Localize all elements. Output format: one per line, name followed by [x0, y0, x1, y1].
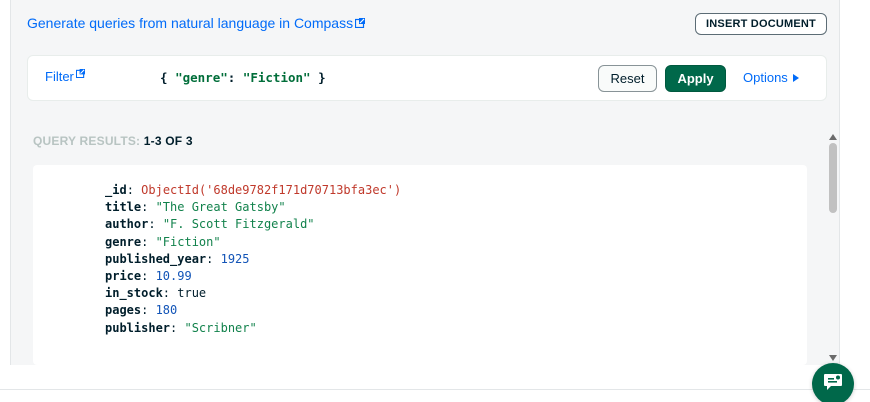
- query-key: "genre": [175, 70, 228, 85]
- reset-button[interactable]: Reset: [598, 65, 657, 92]
- query-colon: :: [227, 70, 243, 85]
- document-field-row: author: "F. Scott Fitzgerald": [105, 216, 401, 233]
- field-value: 180: [155, 303, 178, 318]
- field-key: price: [105, 269, 142, 284]
- document-field-row: genre: "Fiction": [105, 234, 401, 251]
- generate-queries-label: Generate queries from natural language i…: [27, 15, 354, 31]
- generate-queries-link[interactable]: Generate queries from natural language i…: [27, 15, 366, 31]
- field-separator: :: [148, 217, 163, 232]
- field-key: pages: [105, 303, 142, 318]
- field-key: author: [105, 217, 149, 232]
- field-key: title: [105, 200, 142, 215]
- field-separator: :: [141, 303, 156, 318]
- query-close-brace: }: [310, 70, 326, 85]
- field-separator: :: [141, 200, 156, 215]
- field-separator: :: [141, 269, 156, 284]
- query-results-count: QUERY RESULTS: 1-3 OF 3: [33, 134, 193, 148]
- query-value: "Fiction": [242, 70, 311, 85]
- filter-docs-link[interactable]: Filter: [45, 69, 85, 84]
- apply-button[interactable]: Apply: [665, 65, 726, 92]
- filter-query-input[interactable]: { "genre": "Fiction" }: [160, 70, 326, 85]
- field-value: "The Great Gatsby": [155, 200, 286, 215]
- external-link-icon: [75, 69, 85, 78]
- field-key: in_stock: [105, 286, 163, 301]
- caret-right-icon: [792, 70, 799, 85]
- field-value: "Scribner": [184, 320, 257, 335]
- query-results-range: 1-3 OF 3: [143, 134, 193, 148]
- field-value: ObjectId('68de9782f171d70713bfa3ec'): [141, 183, 402, 197]
- document-fields: _id: ObjectId('68de9782f171d70713bfa3ec'…: [105, 182, 401, 337]
- field-value: "F. Scott Fitzgerald": [162, 217, 315, 232]
- field-value: 10.99: [155, 269, 192, 284]
- field-key: genre: [105, 234, 142, 249]
- collection-documents-panel: Generate queries from natural language i…: [10, 0, 840, 365]
- field-value: "Fiction": [155, 234, 221, 249]
- document-field-row: _id: ObjectId('68de9782f171d70713bfa3ec'…: [105, 182, 401, 199]
- scrollbar-thumb[interactable]: [829, 143, 837, 213]
- filter-label: Filter: [45, 69, 74, 84]
- field-value: 1925: [220, 251, 250, 266]
- document-field-row: publisher: "Scribner": [105, 320, 401, 337]
- field-separator: :: [206, 251, 221, 266]
- field-separator: :: [141, 234, 156, 249]
- options-label: Options: [743, 70, 788, 85]
- query-open-brace: {: [160, 70, 176, 85]
- field-separator: :: [126, 183, 142, 197]
- chat-bubble-icon: [823, 373, 843, 396]
- field-key: published_year: [105, 251, 207, 266]
- document-field-row: in_stock: true: [105, 285, 401, 302]
- field-value: true: [177, 286, 207, 301]
- document-field-row: published_year: 1925: [105, 251, 401, 268]
- document-field-row: title: "The Great Gatsby": [105, 199, 401, 216]
- bottom-divider: [0, 389, 870, 390]
- document-card[interactable]: _id: ObjectId('68de9782f171d70713bfa3ec'…: [33, 165, 807, 365]
- document-field-row: pages: 180: [105, 302, 401, 319]
- query-results-prefix: QUERY RESULTS:: [33, 134, 144, 148]
- chat-assistant-button[interactable]: [812, 363, 854, 402]
- field-key: publisher: [105, 320, 171, 335]
- field-separator: :: [170, 320, 185, 335]
- document-field-row: price: 10.99: [105, 268, 401, 285]
- vertical-scrollbar[interactable]: [826, 125, 840, 365]
- field-key: _id: [105, 183, 127, 197]
- filter-bar: Filter { "genre": "Fiction" } Reset Appl…: [27, 55, 827, 101]
- options-toggle[interactable]: Options: [743, 70, 799, 85]
- insert-document-button[interactable]: INSERT DOCUMENT: [695, 13, 827, 35]
- field-separator: :: [162, 286, 178, 301]
- external-link-icon: [355, 18, 366, 28]
